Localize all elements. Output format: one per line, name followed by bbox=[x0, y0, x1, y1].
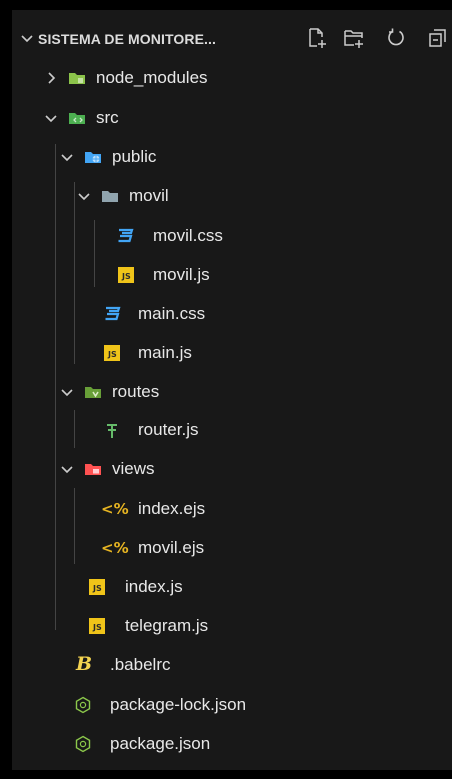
tree-item-label: movil.css bbox=[153, 226, 223, 245]
tree-item-label: package-lock.json bbox=[110, 695, 247, 714]
explorer-panel: SISTEMA DE MONITORE... node_modules src … bbox=[12, 10, 452, 770]
folder-routes-icon bbox=[85, 387, 101, 398]
tree-item-public[interactable]: public bbox=[12, 138, 452, 176]
tree-item-babelrc[interactable]: B .babelrc bbox=[12, 646, 452, 684]
folder-node-icon bbox=[69, 73, 85, 84]
tree-item-label: movil.ejs bbox=[138, 538, 205, 557]
css-icon bbox=[118, 228, 134, 243]
folder-title[interactable]: SISTEMA DE MONITORE... bbox=[38, 31, 216, 47]
tree-item-label: movil.js bbox=[153, 265, 210, 284]
tree-item-label: telegram.js bbox=[125, 616, 209, 635]
tree-item-main-css[interactable]: main.css bbox=[12, 295, 452, 333]
tree-item-label: views bbox=[112, 459, 155, 478]
tree-item-telegram-js[interactable]: JS telegram.js bbox=[12, 607, 452, 645]
tree-item-label: main.css bbox=[138, 304, 206, 323]
chevron-down-icon[interactable] bbox=[59, 461, 75, 477]
tree-item-routes[interactable]: routes bbox=[12, 373, 452, 411]
tree-item-index-js[interactable]: JS index.js bbox=[12, 568, 452, 606]
js-icon: JS bbox=[118, 267, 134, 283]
babel-icon: B bbox=[76, 653, 93, 675]
chevron-down-icon[interactable] bbox=[59, 149, 75, 165]
tree-item-node-modules[interactable]: node_modules bbox=[12, 59, 452, 97]
tree-item-label: movil bbox=[129, 186, 169, 205]
folder-views-icon bbox=[85, 464, 101, 475]
tree-item-label: index.ejs bbox=[138, 499, 206, 518]
ejs-icon: <% bbox=[101, 500, 129, 518]
js-icon: JS bbox=[104, 345, 120, 361]
new-file-icon[interactable] bbox=[306, 27, 328, 49]
js-icon: JS bbox=[89, 618, 105, 634]
folder-public-icon bbox=[85, 152, 101, 163]
tree-item-main-js[interactable]: JS main.js bbox=[12, 334, 452, 372]
tree-item-views[interactable]: views bbox=[12, 450, 452, 488]
tree-item-src[interactable]: src bbox=[12, 99, 452, 137]
tree-item-label: node_modules bbox=[96, 68, 208, 87]
tree-item-label: index.js bbox=[125, 577, 183, 596]
tree-item-label: public bbox=[112, 147, 157, 166]
folder-src-icon bbox=[69, 113, 85, 124]
chevron-right-icon[interactable] bbox=[43, 70, 59, 86]
css-icon bbox=[105, 306, 121, 321]
router-icon bbox=[107, 424, 117, 438]
chevron-down-icon[interactable] bbox=[43, 110, 59, 126]
tree-item-movil-css[interactable]: movil.css bbox=[12, 217, 452, 255]
nodejs-icon bbox=[75, 696, 91, 714]
tree-item-label: router.js bbox=[138, 420, 199, 439]
chevron-down-icon[interactable] bbox=[19, 30, 35, 46]
tree-item-package-lock-json[interactable]: package-lock.json bbox=[12, 686, 452, 724]
js-icon: JS bbox=[89, 579, 105, 595]
nodejs-icon bbox=[75, 735, 91, 753]
collapse-all-icon[interactable] bbox=[428, 27, 448, 49]
tree-item-package-json[interactable]: package.json bbox=[12, 725, 452, 763]
tree-item-label: package.json bbox=[110, 734, 211, 753]
tree-item-movil-js[interactable]: JS movil.js bbox=[12, 256, 452, 294]
chevron-down-icon[interactable] bbox=[59, 384, 75, 400]
ejs-icon: <% bbox=[101, 539, 129, 557]
tree-item-router-js[interactable]: router.js bbox=[12, 411, 452, 449]
tree-item-movil-ejs[interactable]: <% movil.ejs bbox=[12, 529, 452, 567]
tree-item-index-ejs[interactable]: <% index.ejs bbox=[12, 490, 452, 528]
tree-item-label: main.js bbox=[138, 343, 192, 362]
tree-item-label: src bbox=[96, 108, 119, 127]
tree-item-movil-folder[interactable]: movil bbox=[12, 177, 452, 215]
refresh-icon[interactable] bbox=[385, 27, 407, 49]
tree-item-label: .babelrc bbox=[110, 655, 171, 674]
tree-item-label: routes bbox=[112, 382, 160, 401]
chevron-down-icon[interactable] bbox=[76, 188, 92, 204]
folder-icon bbox=[102, 191, 118, 202]
new-folder-icon[interactable] bbox=[343, 27, 365, 49]
